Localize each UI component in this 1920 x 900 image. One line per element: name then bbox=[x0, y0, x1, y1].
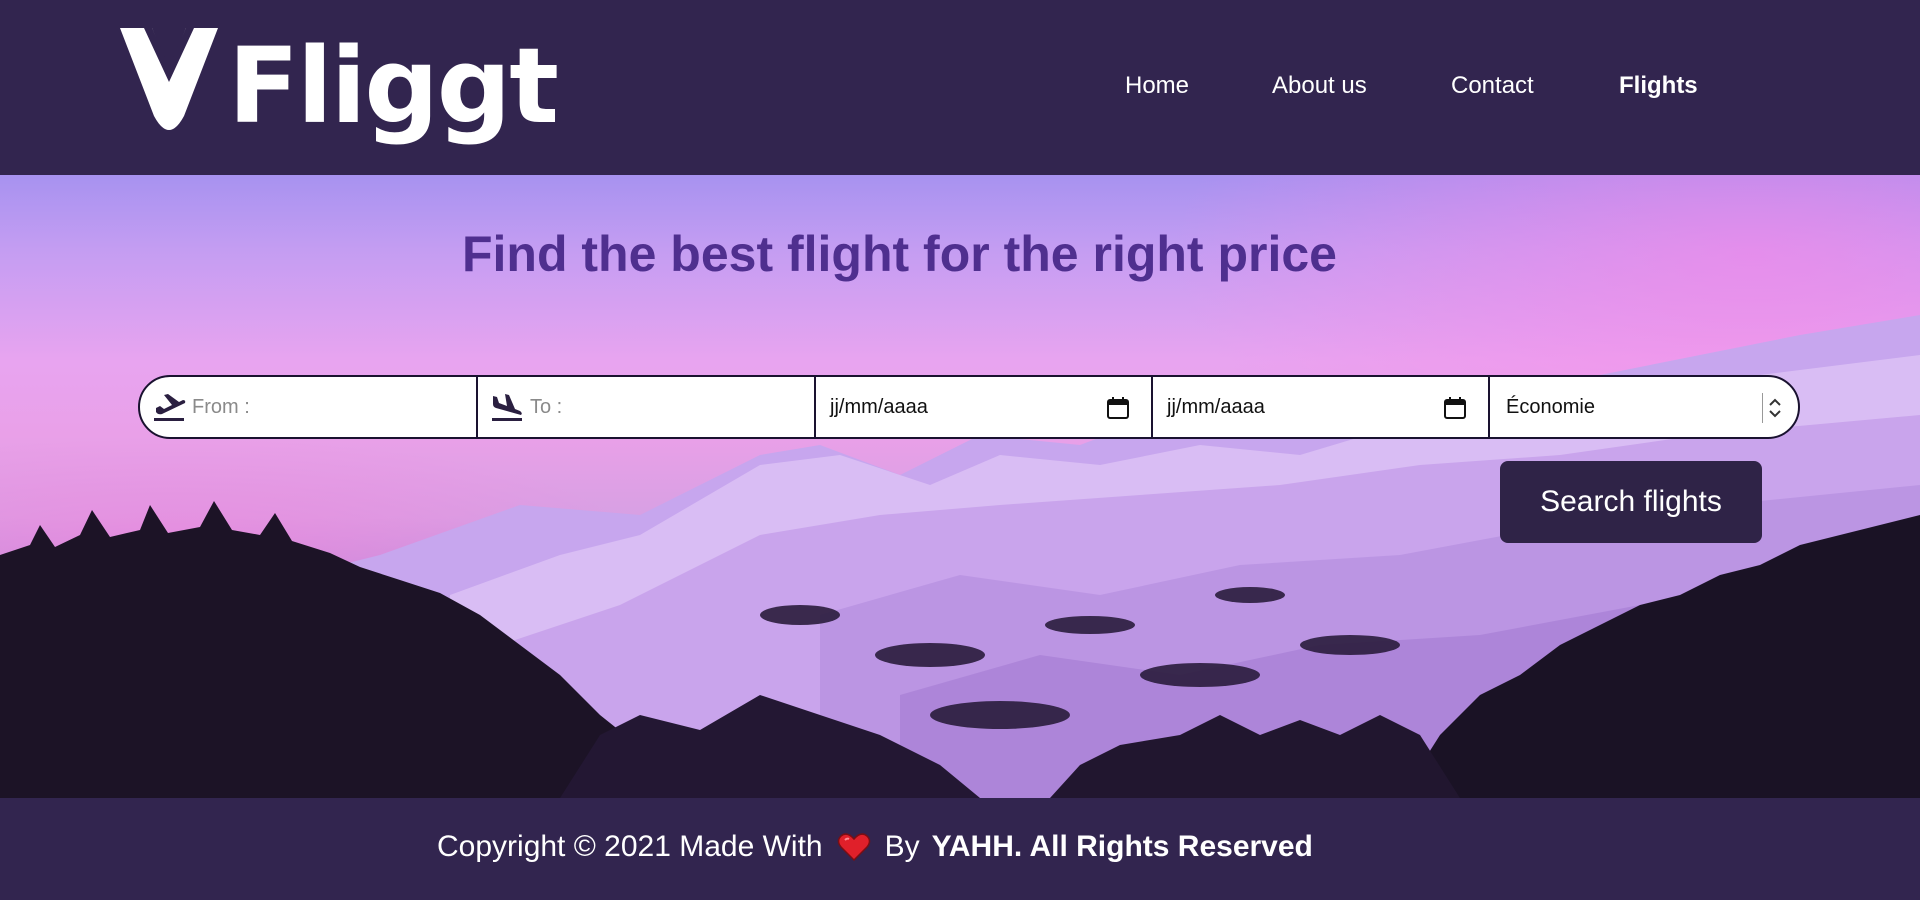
chevron-up-down-icon bbox=[1768, 398, 1781, 418]
copyright-prefix: Copyright © 2021 Made With bbox=[437, 830, 823, 863]
cabin-class-select[interactable]: Économie bbox=[1490, 377, 1798, 437]
flight-search-bar: From : To : jj/mm/aaaa jj/mm/aaaa Économ… bbox=[138, 375, 1800, 439]
search-flights-button[interactable]: Search flights bbox=[1500, 461, 1762, 543]
calendar-icon[interactable] bbox=[1444, 397, 1466, 419]
cabin-class-value: Économie bbox=[1506, 395, 1595, 418]
return-date-field[interactable]: jj/mm/aaaa bbox=[1153, 377, 1490, 437]
from-placeholder: From : bbox=[192, 395, 250, 418]
to-placeholder: To : bbox=[530, 395, 563, 418]
site-footer: Copyright © 2021 Made With By YAHH. All … bbox=[0, 798, 1920, 900]
plane-departure-icon bbox=[154, 394, 186, 421]
select-arrows-icon[interactable] bbox=[1762, 393, 1786, 423]
hero-headline: Find the best flight for the right price bbox=[462, 226, 1337, 282]
nav-contact[interactable]: Contact bbox=[1451, 72, 1534, 100]
nav-flights[interactable]: Flights bbox=[1619, 72, 1698, 100]
heart-icon bbox=[837, 833, 870, 862]
departure-date-value: jj/mm/aaaa bbox=[830, 395, 928, 418]
to-field[interactable]: To : bbox=[478, 377, 816, 437]
main-nav: Home About us Contact Flights bbox=[0, 72, 1920, 104]
departure-date-field[interactable]: jj/mm/aaaa bbox=[816, 377, 1153, 437]
copyright-by: By bbox=[884, 830, 920, 863]
copyright-owner: YAHH. All Rights Reserved bbox=[931, 830, 1313, 863]
nav-home[interactable]: Home bbox=[1125, 72, 1189, 100]
nav-about-us[interactable]: About us bbox=[1272, 72, 1367, 100]
calendar-icon[interactable] bbox=[1107, 397, 1129, 419]
from-field[interactable]: From : bbox=[140, 377, 478, 437]
return-date-value: jj/mm/aaaa bbox=[1167, 395, 1265, 418]
copyright-text: Copyright © 2021 Made With By YAHH. All … bbox=[437, 830, 1313, 864]
site-header: Fliggt Home About us Contact Flights bbox=[0, 0, 1920, 175]
plane-arrival-icon bbox=[492, 394, 522, 421]
